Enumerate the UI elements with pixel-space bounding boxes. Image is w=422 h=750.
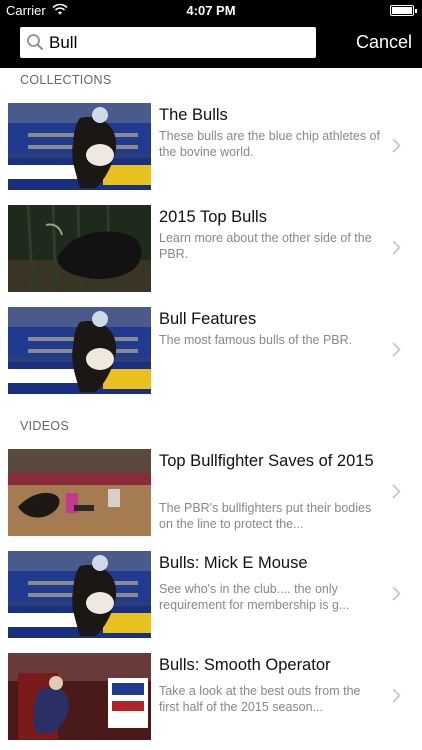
collection-row[interactable]: The Bulls These bulls are the blue chip … (0, 103, 422, 193)
video-row[interactable]: Bulls: Smooth Operator Take a look at th… (0, 653, 422, 743)
cancel-button[interactable]: Cancel (356, 32, 412, 53)
chevron-right-icon (392, 342, 401, 357)
collection-row[interactable]: Bull Features The most famous bulls of t… (0, 307, 422, 397)
video-title: Bulls: Mick E Mouse (159, 554, 308, 572)
collections-section-header: COLLECTIONS (20, 73, 112, 87)
chevron-right-icon (392, 586, 401, 601)
clock-label: 4:07 PM (186, 3, 236, 18)
collection-description: The most famous bulls of the PBR. (159, 333, 353, 347)
video-description: The PBR's bullfighters put their bodies … (159, 501, 372, 531)
collection-title: 2015 Top Bulls (159, 208, 267, 226)
chevron-right-icon (392, 688, 401, 703)
video-title: Top Bullfighter Saves of 2015 (159, 452, 374, 470)
bull-rider-chute-thumbnail (8, 653, 151, 740)
collection-title: The Bulls (159, 106, 228, 124)
chevron-right-icon (392, 240, 401, 255)
battery-icon (390, 5, 417, 16)
video-description: Take a look at the best outs from the fi… (159, 684, 361, 714)
bull-riding-arena-thumbnail (8, 551, 151, 638)
collection-description: Learn more about the other side of the P… (159, 231, 372, 261)
video-title: Bulls: Smooth Operator (159, 656, 331, 674)
bullfighter-arena-thumbnail (8, 449, 151, 536)
bucking-bull-thumbnail (8, 205, 151, 292)
video-row[interactable]: Bulls: Mick E Mouse See who's in the clu… (0, 551, 422, 641)
collection-description: These bulls are the blue chip athletes o… (159, 129, 380, 159)
bull-riding-arena-thumbnail (8, 307, 151, 394)
navigation-bar: Carrier 4:07 PM Cancel (0, 0, 422, 68)
collection-title: Bull Features (159, 310, 257, 328)
video-row[interactable]: Top Bullfighter Saves of 2015 The PBR's … (0, 449, 422, 539)
status-bar: Carrier 4:07 PM (0, 0, 422, 22)
chevron-right-icon (392, 138, 401, 153)
bull-riding-arena-thumbnail (8, 103, 151, 190)
search-box[interactable] (20, 27, 316, 58)
collection-row[interactable]: 2015 Top Bulls Learn more about the othe… (0, 205, 422, 295)
video-description: See who's in the club.... the only requi… (159, 582, 350, 612)
chevron-right-icon (392, 484, 401, 499)
search-input[interactable] (49, 27, 309, 58)
videos-section-header: VIDEOS (20, 419, 70, 433)
search-icon (27, 34, 43, 50)
